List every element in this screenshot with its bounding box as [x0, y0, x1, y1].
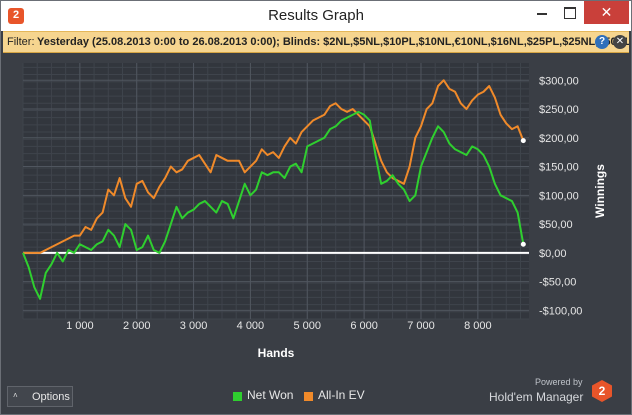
all-in-ev-swatch: [304, 392, 313, 401]
y-tick-label: $0,00: [539, 248, 567, 260]
help-icon[interactable]: ?: [595, 35, 609, 49]
results-graph-window: 2 Results Graph ✕ Filter: Yesterday (25.…: [0, 0, 632, 415]
options-button[interactable]: ˄ Options: [7, 386, 73, 407]
chevron-up-icon: ˄: [13, 391, 18, 400]
y-tick-label: $300,00: [539, 75, 579, 87]
x-tick-label: 7 000: [407, 320, 435, 332]
y-tick-label: -$100,00: [539, 305, 582, 317]
close-icon: ✕: [600, 4, 613, 20]
y-axis-label: Winnings: [593, 164, 607, 218]
maximize-button[interactable]: [556, 1, 583, 24]
y-tick-label: $150,00: [539, 162, 579, 174]
close-button[interactable]: ✕: [584, 1, 629, 24]
clear-filter-icon[interactable]: ✕: [613, 35, 627, 49]
x-tick-label: 3 000: [180, 320, 208, 332]
y-tick-label: $100,00: [539, 190, 579, 202]
results-chart: -$100,00 -$50,00 $0,00 $50,00 $100,00 $150,00…: [22, 63, 607, 360]
net-won-swatch: [233, 392, 242, 401]
x-tick-label: 6 000: [350, 320, 378, 332]
x-axis-label: Hands: [258, 346, 295, 360]
net-won-line-end-marker: [520, 241, 526, 247]
options-label: Options: [32, 391, 70, 403]
x-tick-label: 2 000: [123, 320, 151, 332]
y-tick-label: $50,00: [539, 219, 573, 231]
legend-label-net-won: Net Won: [247, 388, 294, 402]
brand-name: Hold'em Manager: [489, 390, 584, 404]
x-tick-label: 4 000: [237, 320, 265, 332]
x-tick-label: 8 000: [464, 320, 492, 332]
legend-label-all-in-ev: All-In EV: [318, 388, 365, 402]
hem-brand-logo-icon: 2: [590, 379, 614, 403]
y-tick-label: $250,00: [539, 104, 579, 116]
filter-label: Filter:: [7, 36, 35, 48]
filter-text: Yesterday (25.08.2013 0:00 to 26.08.2013…: [37, 36, 629, 48]
plot-area: [23, 63, 529, 319]
all-in-ev-line-end-marker: [520, 138, 526, 144]
x-tick-label: 5 000: [294, 320, 322, 332]
powered-by-label: Powered by: [535, 377, 583, 387]
filter-bar: Filter: Yesterday (25.08.2013 0:00 to 26…: [3, 31, 629, 53]
minimize-button[interactable]: [528, 1, 556, 24]
x-tick-label: 1 000: [66, 320, 94, 332]
y-tick-label: $200,00: [539, 133, 579, 145]
y-tick-label: -$50,00: [539, 277, 576, 289]
title-bar[interactable]: 2 Results Graph ✕: [1, 1, 631, 31]
